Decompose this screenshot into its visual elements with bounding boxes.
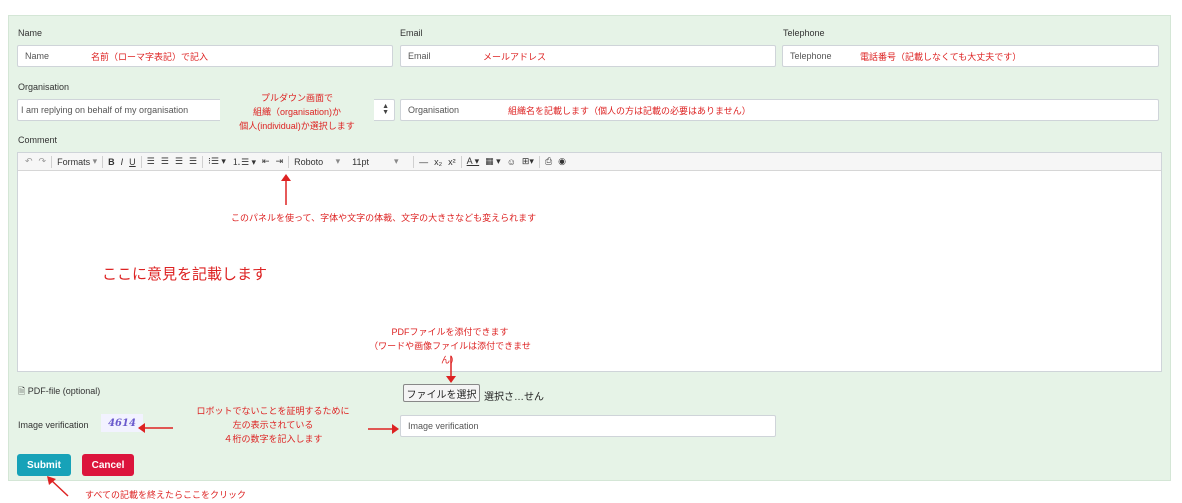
- caret-down-icon: ▾: [92, 156, 98, 166]
- organisation-select-value: I am replying on behalf of my organisati…: [21, 105, 189, 115]
- toolbar-divider: [288, 155, 290, 168]
- caret-down-icon: ▾: [394, 156, 399, 166]
- captcha-tooltip: ロボットでないことを証明するために 左の表示されている ４桁の数字を記入します: [176, 402, 370, 454]
- underline-icon[interactable]: U: [126, 153, 139, 171]
- bold-icon[interactable]: B: [105, 153, 118, 171]
- name-input[interactable]: Name 名前（ローマ字表記）で記入: [17, 45, 393, 67]
- arrow-down-icon: [446, 356, 456, 383]
- captcha-tooltip-line: 左の表示されている: [232, 420, 314, 430]
- email-input[interactable]: Email メールアドレス: [400, 45, 776, 67]
- pdf-label-row: 🗎 PDF-file (optional): [18, 384, 100, 400]
- image-verification-placeholder: Image verification: [408, 421, 479, 431]
- organisation-placeholder: Organisation: [408, 105, 460, 115]
- toolbar-divider: [538, 155, 540, 168]
- editor-toolbar: ↶ ↷ Formats ▾ B I U ☰ ☰ ☰ ☰ ⁝☰ ▾ ⒈☰ ▾ ⇤ …: [18, 153, 1161, 171]
- select-arrows-icon: ▲ ▼: [382, 103, 389, 116]
- indent-icon[interactable]: ⇥: [273, 153, 287, 171]
- toolbar-divider: [140, 155, 142, 168]
- submit-note: すべての記載を終えたらここをクリック: [85, 490, 247, 500]
- arrow-up-icon: [281, 174, 291, 205]
- caret-down-icon: ▾: [335, 156, 341, 166]
- table-icon[interactable]: ⊞▾: [519, 153, 537, 171]
- image-verification-input[interactable]: Image verification: [400, 415, 776, 437]
- name-placeholder: Name: [25, 51, 50, 61]
- background-color-icon[interactable]: ▦ ▾: [482, 153, 504, 171]
- preview-icon[interactable]: ◉: [555, 153, 569, 171]
- arrow-up-left-icon: [47, 476, 69, 497]
- formats-label: Formats: [57, 156, 91, 167]
- submit-button[interactable]: Submit: [17, 454, 71, 476]
- formats-dropdown[interactable]: Formats ▾: [54, 153, 100, 171]
- undo-icon[interactable]: ↶: [22, 153, 36, 171]
- dropdown-tooltip-line: 個人(individual)か選択します: [239, 121, 355, 131]
- text-color-icon[interactable]: A ▾: [464, 153, 483, 171]
- comment-editor[interactable]: ↶ ↷ Formats ▾ B I U ☰ ☰ ☰ ☰ ⁝☰ ▾ ⒈☰ ▾ ⇤ …: [17, 152, 1162, 372]
- bullet-list-icon[interactable]: ⁝☰ ▾: [205, 153, 229, 171]
- pdf-note-line: PDFファイルを添付できます: [391, 327, 509, 337]
- dropdown-tooltip-line: 組織（organisation)か: [252, 107, 342, 117]
- dropdown-tooltip-line: プルダウン画面で: [260, 93, 333, 103]
- numbered-list-icon[interactable]: ⒈☰ ▾: [229, 153, 259, 171]
- align-right-icon[interactable]: ☰: [172, 153, 186, 171]
- pdf-label: PDF-file (optional): [27, 386, 101, 396]
- name-note: 名前（ローマ字表記）で記入: [91, 51, 209, 62]
- captcha-image: 4614: [101, 414, 143, 432]
- email-placeholder: Email: [408, 51, 431, 61]
- organisation-note: 組織名を記載します（個人の方は記載の必要はありません）: [508, 105, 751, 116]
- toolbar-divider: [102, 155, 104, 168]
- comment-note: ここに意見を記載します: [102, 266, 268, 283]
- subscript-icon[interactable]: x₂: [431, 153, 445, 171]
- image-verification-label: Image verification: [18, 420, 89, 430]
- pdf-note-line: （ワードや画像ファイルは添付できませ: [369, 341, 531, 351]
- file-icon: 🗎: [18, 386, 26, 396]
- arrow-left-icon: [138, 423, 173, 433]
- italic-icon[interactable]: I: [118, 153, 127, 171]
- emoticon-icon[interactable]: ☺: [504, 153, 519, 171]
- name-label: Name: [18, 28, 43, 38]
- toolbar-divider: [201, 155, 203, 168]
- horizontal-rule-icon[interactable]: —: [416, 153, 431, 171]
- font-family-dropdown[interactable]: Roboto ▾: [291, 153, 349, 171]
- superscript-icon[interactable]: x²: [445, 153, 459, 171]
- outdent-icon[interactable]: ⇤: [259, 153, 273, 171]
- font-size-dropdown[interactable]: 11pt ▾: [349, 153, 411, 171]
- comment-label: Comment: [18, 135, 58, 145]
- toolbar-divider: [51, 155, 53, 168]
- arrow-right-icon: [368, 424, 399, 434]
- organisation-label: Organisation: [18, 82, 70, 92]
- email-label: Email: [400, 28, 423, 38]
- align-center-icon[interactable]: ☰: [158, 153, 172, 171]
- captcha-tooltip-line: ４桁の数字を記入します: [223, 434, 323, 444]
- telephone-note: 電話番号（記載しなくても大丈夫です）: [860, 51, 1022, 62]
- dropdown-tooltip: プルダウン画面で 組織（organisation)か 個人(individual…: [220, 90, 374, 139]
- email-note: メールアドレス: [483, 51, 547, 62]
- cancel-button[interactable]: Cancel: [82, 454, 134, 476]
- align-justify-icon[interactable]: ☰: [186, 153, 200, 171]
- toolbar-note: このパネルを使って、字体や文字の体裁、文字の大きさなども変えられます: [231, 213, 537, 223]
- toolbar-divider: [413, 155, 415, 168]
- toolbar-divider: [460, 155, 462, 168]
- captcha-tooltip-line: ロボットでないことを証明するために: [196, 406, 350, 416]
- telephone-label: Telephone: [783, 28, 825, 38]
- file-status: 選択さ…せん: [484, 392, 544, 403]
- align-left-icon[interactable]: ☰: [144, 153, 158, 171]
- telephone-input[interactable]: Telephone 電話番号（記載しなくても大丈夫です）: [782, 45, 1159, 67]
- organisation-input[interactable]: Organisation 組織名を記載します（個人の方は記載の必要はありません）: [400, 99, 1159, 121]
- font-family-value: Roboto: [294, 156, 324, 167]
- redo-icon[interactable]: ↷: [36, 153, 50, 171]
- print-icon[interactable]: ⎙: [542, 153, 555, 171]
- font-size-value: 11pt: [352, 156, 369, 167]
- choose-file-button[interactable]: ファイルを選択: [403, 384, 480, 402]
- telephone-placeholder: Telephone: [790, 51, 832, 61]
